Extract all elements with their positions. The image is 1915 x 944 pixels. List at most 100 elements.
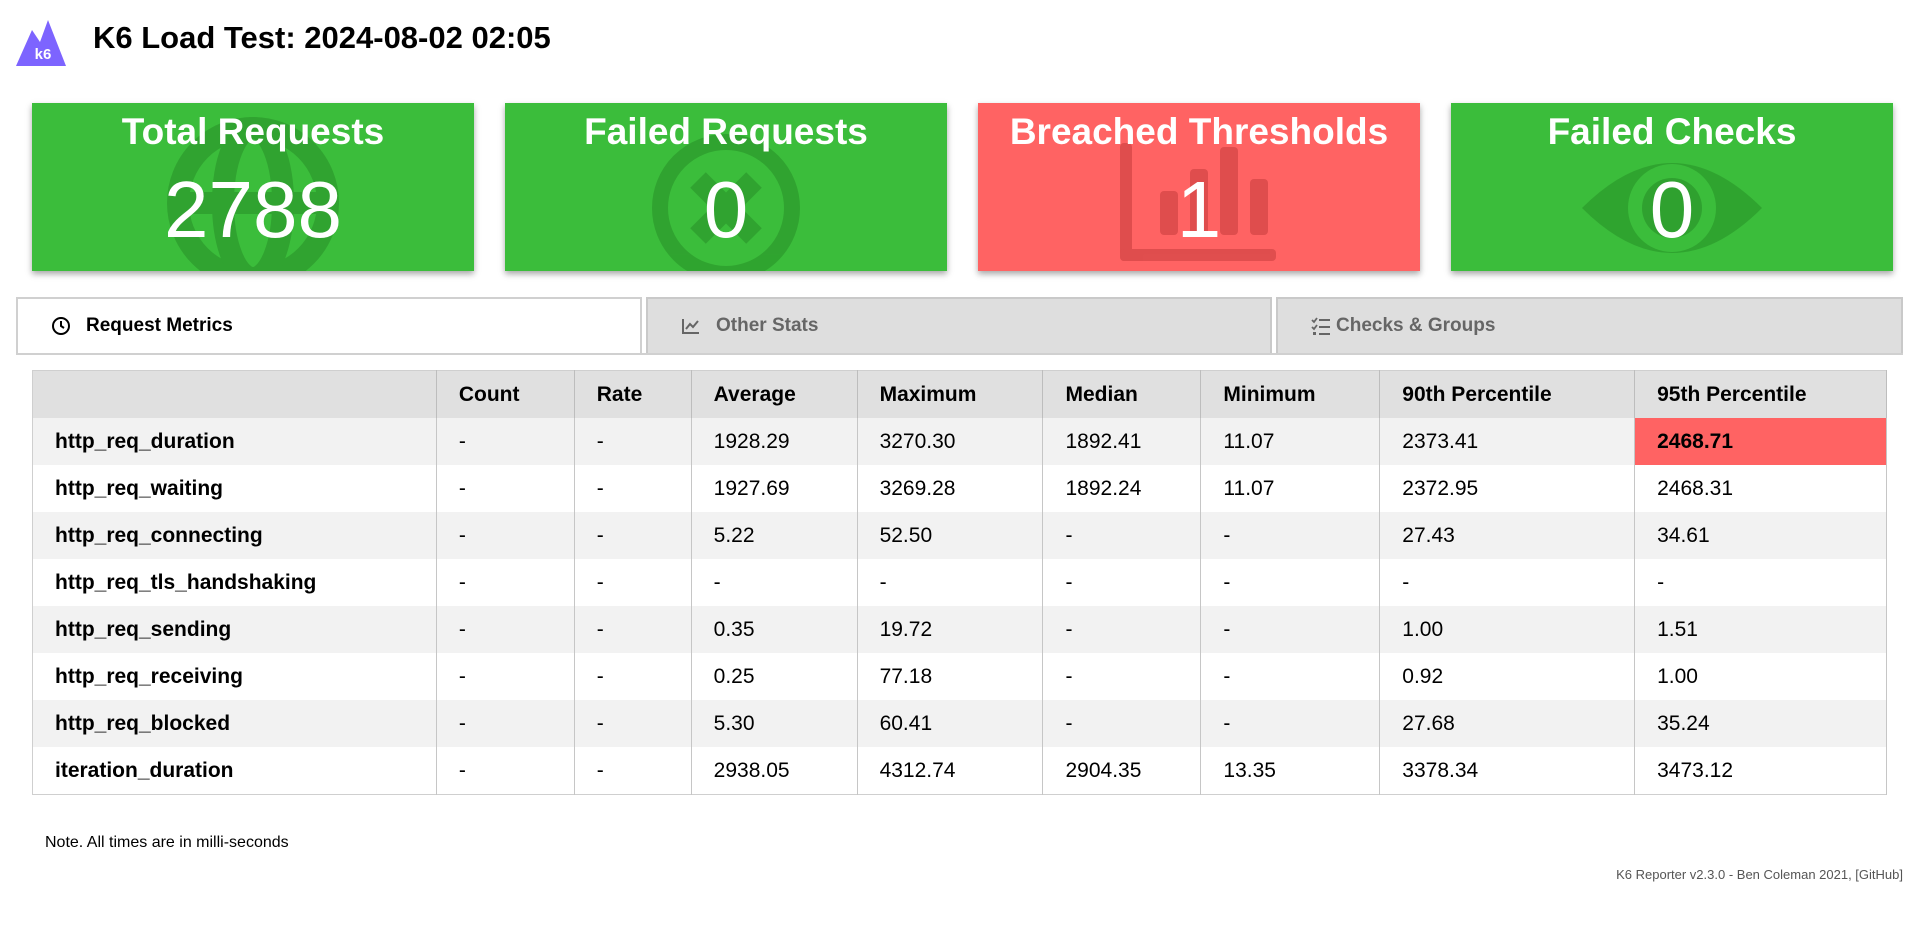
table-cell: 13.35 — [1200, 747, 1381, 795]
table-cell: - — [857, 559, 1044, 606]
table-cell: - — [574, 606, 692, 653]
table-cell: 1892.24 — [1042, 465, 1202, 512]
clock-icon — [52, 317, 70, 335]
table-cell: 2373.41 — [1379, 418, 1636, 465]
table-cell: 19.72 — [857, 606, 1044, 653]
column-header: Maximum — [857, 370, 1044, 418]
table-cell: 1892.41 — [1042, 418, 1202, 465]
table-row: http_req_waiting - - 1927.69 3269.28 189… — [32, 465, 1887, 512]
card-label: Failed Requests — [584, 111, 868, 152]
table-cell: 35.24 — [1634, 700, 1887, 747]
column-header: Average — [691, 370, 858, 418]
table-cell: - — [436, 559, 575, 606]
table-cell: - — [1042, 606, 1202, 653]
table-cell: 0.92 — [1379, 653, 1636, 700]
table-cell: - — [436, 747, 575, 795]
tab-bar: Request Metrics Other Stats Checks & Gro… — [16, 297, 1903, 355]
table-cell: - — [1200, 653, 1381, 700]
card-value: 0 — [1649, 165, 1695, 254]
metric-name: http_req_tls_handshaking — [32, 559, 437, 606]
table-row: http_req_receiving - - 0.25 77.18 - - 0.… — [32, 653, 1887, 700]
tab-other-stats[interactable]: Other Stats — [646, 297, 1272, 353]
card-label: Breached Thresholds — [1009, 111, 1389, 152]
table-cell: 27.68 — [1379, 700, 1636, 747]
table-cell: - — [574, 700, 692, 747]
column-header: Minimum — [1200, 370, 1381, 418]
line-chart-icon — [682, 319, 699, 334]
tab-label: Request Metrics — [86, 315, 233, 336]
table-cell: 3270.30 — [857, 418, 1044, 465]
reporter-footer[interactable]: K6 Reporter v2.3.0 - Ben Coleman 2021, [… — [1616, 867, 1903, 882]
table-cell: 3378.34 — [1379, 747, 1636, 795]
table-cell: - — [436, 512, 575, 559]
table-cell: - — [574, 465, 692, 512]
metric-name: http_req_receiving — [32, 653, 437, 700]
table-cell: 77.18 — [857, 653, 1044, 700]
card-total-requests: Total Requests 2788 — [32, 103, 474, 271]
logo-text: k6 — [35, 46, 52, 63]
card-value: 2788 — [164, 165, 342, 254]
table-cell: 3269.28 — [857, 465, 1044, 512]
metric-name: http_req_blocked — [32, 700, 437, 747]
column-header: Rate — [574, 370, 692, 418]
table-cell: - — [574, 418, 692, 465]
tab-request-metrics[interactable]: Request Metrics — [16, 297, 642, 353]
column-header: 90th Percentile — [1379, 370, 1636, 418]
table-cell: 2468.31 — [1634, 465, 1887, 512]
table-cell: 2938.05 — [691, 747, 858, 795]
tab-checks-groups[interactable]: Checks & Groups — [1276, 297, 1903, 353]
metric-name: http_req_connecting — [32, 512, 437, 559]
table-cell: - — [1042, 559, 1202, 606]
table-row: http_req_duration - - 1928.29 3270.30 18… — [32, 418, 1887, 465]
table-cell: 60.41 — [857, 700, 1044, 747]
table-row: http_req_tls_handshaking - - - - - - - - — [32, 559, 1887, 606]
table-cell: - — [1634, 559, 1887, 606]
card-label: Failed Checks — [1547, 111, 1797, 152]
table-cell: 1.00 — [1634, 653, 1887, 700]
card-value: 1 — [1176, 165, 1222, 254]
table-cell: - — [574, 559, 692, 606]
table-cell: - — [574, 512, 692, 559]
table-row: http_req_blocked - - 5.30 60.41 - - 27.6… — [32, 700, 1887, 747]
table-cell: 34.61 — [1634, 512, 1887, 559]
tab-divider — [16, 353, 1903, 355]
metric-name: http_req_waiting — [32, 465, 437, 512]
metric-name: http_req_sending — [32, 606, 437, 653]
k6-logo: k6 — [16, 20, 66, 66]
table-cell: - — [436, 418, 575, 465]
card-label: Total Requests — [121, 111, 385, 152]
table-cell: 1928.29 — [691, 418, 858, 465]
table-cell: 11.07 — [1200, 418, 1381, 465]
table-cell: - — [1200, 512, 1381, 559]
table-cell: - — [436, 653, 575, 700]
table-cell: 0.35 — [691, 606, 858, 653]
page-title: K6 Load Test: 2024-08-02 02:05 — [93, 20, 551, 55]
table-cell: - — [1042, 512, 1202, 559]
table-cell: - — [691, 559, 858, 606]
table-cell: - — [1200, 559, 1381, 606]
table-cell: 52.50 — [857, 512, 1044, 559]
table-cell: 27.43 — [1379, 512, 1636, 559]
table-cell: 11.07 — [1200, 465, 1381, 512]
table-cell: 2372.95 — [1379, 465, 1636, 512]
card-breached-thresholds: Breached Thresholds 1 — [978, 103, 1420, 271]
metric-name: http_req_duration — [32, 418, 437, 465]
table-cell: - — [574, 653, 692, 700]
column-header — [32, 370, 437, 418]
column-header: Median — [1042, 370, 1202, 418]
table-cell: 1.51 — [1634, 606, 1887, 653]
table-row: http_req_sending - - 0.35 19.72 - - 1.00… — [32, 606, 1887, 653]
failed-threshold-cell: 2468.71 — [1634, 418, 1887, 465]
units-note: Note. All times are in milli-seconds — [45, 834, 289, 851]
app-header: k6 — [16, 14, 66, 70]
tab-label: Checks & Groups — [1336, 315, 1496, 336]
table-cell: 5.30 — [691, 700, 858, 747]
table-cell: - — [436, 606, 575, 653]
request-metrics-table: Count Rate Average Maximum Median Minimu… — [32, 370, 1887, 795]
tab-label: Other Stats — [716, 315, 819, 336]
table-cell: 1.00 — [1379, 606, 1636, 653]
table-cell: - — [436, 465, 575, 512]
table-row: http_req_connecting - - 5.22 52.50 - - 2… — [32, 512, 1887, 559]
checklist-icon — [1311, 317, 1330, 335]
table-cell: - — [1379, 559, 1636, 606]
